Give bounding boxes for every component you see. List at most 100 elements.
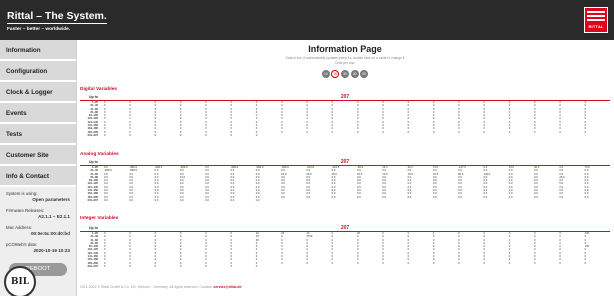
- variable-value-cell: [585, 265, 610, 268]
- variable-value-cell: [534, 199, 559, 202]
- brand-title: Rittal – The System.: [7, 10, 107, 24]
- sidebar-item-info-contact[interactable]: Info & Contact: [0, 166, 76, 187]
- variable-value-cell[interactable]: 0.0: [230, 199, 255, 202]
- variable-value-cell[interactable]: 0: [129, 265, 154, 268]
- row-cells: 0000000: [104, 134, 610, 137]
- variable-value-cell[interactable]: 0: [180, 134, 205, 137]
- variable-value-cell[interactable]: 0.0: [205, 199, 230, 202]
- bil-logo: BIL: [4, 266, 36, 296]
- sidebar-item-information[interactable]: Information: [0, 40, 76, 61]
- footer-contact-link[interactable]: service@rittal.de: [213, 285, 241, 289]
- variable-value-cell: [281, 134, 306, 137]
- footer: 2011-2022 © Rittal GmbH & Co. KG, Herbor…: [80, 285, 610, 289]
- variable-value-cell[interactable]: 0: [256, 134, 281, 137]
- variable-value-cell: [357, 265, 382, 268]
- variable-value-cell: [483, 134, 508, 137]
- row-cells: 0000000: [104, 265, 610, 268]
- row-range-label: 201–207: [87, 198, 98, 202]
- variable-value-cell[interactable]: 0: [129, 134, 154, 137]
- variable-value-cell[interactable]: 0: [230, 134, 255, 137]
- pcoweb-date-value: 2020-10-19 10:23: [33, 248, 70, 253]
- page-title: Information Page: [308, 44, 382, 54]
- system-label: System is using:: [6, 191, 38, 196]
- mac-label: Mac Address:: [6, 225, 33, 230]
- variable-value-cell: [332, 199, 357, 202]
- variable-value-cell: [306, 265, 331, 268]
- variable-value-cell[interactable]: 0: [256, 265, 281, 268]
- variable-value-cell: [483, 199, 508, 202]
- variable-value-cell: [306, 134, 331, 137]
- variable-value-cell: [433, 134, 458, 137]
- pcoweb-date-label: pCOWeb's date:: [6, 242, 38, 247]
- variable-value-cell: [458, 134, 483, 137]
- variable-value-cell: [559, 199, 584, 202]
- digital-variables-table: 1–20 0 0 0 0 0 0 0 0 0 0 0 0 0 0 0 0 0 0 0 0 21–40 0 0 0 0 0 0 0 0 0 0 0…: [80, 101, 610, 137]
- sidebar-item-tests[interactable]: Tests: [0, 124, 76, 145]
- footer-copyright: 2011-2022 © Rittal GmbH & Co. KG, Herbor…: [80, 285, 213, 289]
- sidebar-item-events[interactable]: Events: [0, 103, 76, 124]
- variable-value-cell: [585, 199, 610, 202]
- variable-value-cell: [585, 134, 610, 137]
- variable-value-cell: [332, 265, 357, 268]
- variable-value-cell: [281, 199, 306, 202]
- variable-value-cell: [382, 199, 407, 202]
- variable-value-cell[interactable]: 0.0: [104, 199, 129, 202]
- cells-per-row-selector: 10 20 30 40 50: [80, 70, 610, 78]
- variable-value-cell: [433, 199, 458, 202]
- variable-value-cell: [509, 134, 534, 137]
- variable-value-cell[interactable]: 0: [180, 265, 205, 268]
- variable-value-cell: [382, 134, 407, 137]
- sidebar-item-customer-site[interactable]: Customer Site: [0, 145, 76, 166]
- variable-value-cell[interactable]: 0: [205, 265, 230, 268]
- variable-value-cell: [408, 134, 433, 137]
- analog-variables-up-to-label: Up to: [89, 160, 98, 164]
- variable-value-cell: [509, 199, 534, 202]
- table-row: 201–207 0.0 0.0 0.0 0.0 0.0 0.0 0.0: [80, 199, 610, 202]
- table-row: 201–207 0 0 0 0 0 0 0: [80, 265, 610, 268]
- variable-value-cell[interactable]: 0: [155, 265, 180, 268]
- variable-value-cell: [483, 265, 508, 268]
- table-row: 201–207 0 0 0 0 0 0 0: [80, 134, 610, 137]
- variable-value-cell[interactable]: 0: [104, 265, 129, 268]
- variable-value-cell[interactable]: 0: [155, 134, 180, 137]
- row-range-label: 201–207: [87, 133, 98, 137]
- system-info: System is using: Open parameters Firmwar…: [0, 187, 76, 253]
- sidebar-item-configuration[interactable]: Configuration: [0, 61, 76, 82]
- variable-value-cell[interactable]: 0.0: [155, 199, 180, 202]
- brand: Rittal – The System. Faster – better – w…: [7, 6, 107, 32]
- firmware-label: Firmware Releases:: [6, 208, 45, 213]
- integer-variables-up-to-label: Up to: [89, 226, 98, 230]
- sidebar-item-clock-logger[interactable]: Clock & Logger: [0, 82, 76, 103]
- variable-value-cell: [357, 199, 382, 202]
- header: Rittal – The System. Faster – better – w…: [0, 0, 614, 40]
- integer-variables-table: 1–20 0 0 0 0 0 0 10 23 14 0 20 0 0 1 0 0 0 0 0 100 21–40 0 0 0 0 0…: [80, 232, 610, 268]
- variable-value-cell: [559, 134, 584, 137]
- analog-variables-table: 1–20 0.0 -999.9 -999.9 -999.9 0.0 -999.9 -999.9…: [80, 166, 610, 202]
- variable-value-cell[interactable]: 0: [104, 134, 129, 137]
- variable-value-cell[interactable]: 0.0: [180, 199, 205, 202]
- variable-value-cell[interactable]: 0.0: [256, 199, 281, 202]
- variable-value-cell: [382, 265, 407, 268]
- page-info: Data is live, it automatically updates e…: [80, 56, 610, 66]
- variable-value-cell: [408, 199, 433, 202]
- sidebar: Information Configuration Clock & Logger…: [0, 40, 77, 296]
- variable-value-cell[interactable]: 0: [230, 265, 255, 268]
- rittal-logo: RITTAL: [584, 7, 608, 33]
- cells-per-row-label: Cells per row:: [334, 61, 356, 65]
- cells-per-row-30-button[interactable]: 30: [341, 70, 349, 78]
- digital-variables-up-to-label: Up to: [89, 95, 98, 99]
- variable-value-cell: [408, 265, 433, 268]
- variable-value-cell: [433, 265, 458, 268]
- rittal-logo-text: RITTAL: [588, 24, 604, 29]
- cells-per-row-40-button[interactable]: 40: [350, 70, 359, 78]
- variable-value-cell: [458, 199, 483, 202]
- variable-value-cell: [306, 199, 331, 202]
- variable-value-cell: [458, 265, 483, 268]
- variable-value-cell[interactable]: 0.0: [129, 199, 154, 202]
- cells-per-row-10-button[interactable]: 10: [321, 70, 330, 78]
- variable-value-cell[interactable]: 0: [205, 134, 230, 137]
- cells-per-row-20-button[interactable]: 20: [331, 70, 340, 78]
- main-content: Information Page Data is live, it automa…: [80, 40, 614, 296]
- cells-per-row-50-button[interactable]: 50: [360, 70, 369, 78]
- brand-subtitle: Faster – better – worldwide.: [7, 27, 71, 32]
